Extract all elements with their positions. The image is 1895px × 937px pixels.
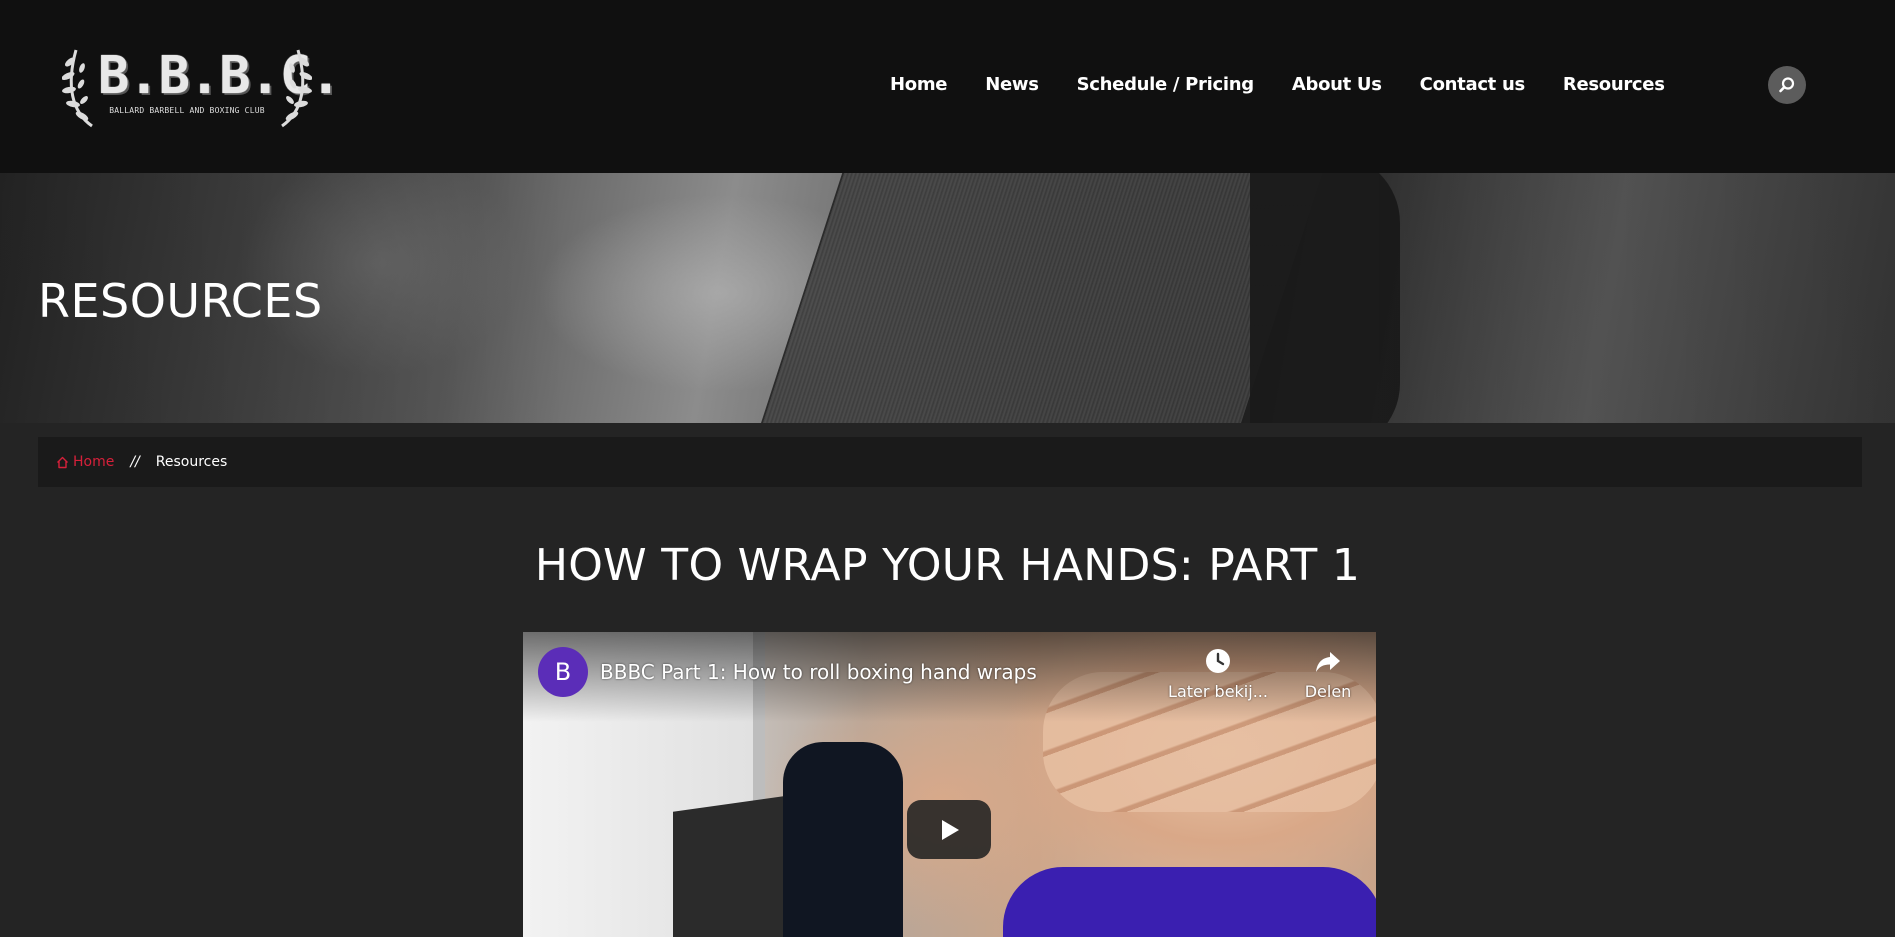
watch-later-button[interactable]: Later bekij... xyxy=(1163,646,1273,701)
breadcrumb-separator: // xyxy=(130,454,140,470)
breadcrumb-current: Resources xyxy=(155,454,228,470)
share-button[interactable]: Delen xyxy=(1293,646,1363,701)
breadcrumb-home-link[interactable]: Home xyxy=(56,454,114,470)
page-title: RESOURCES xyxy=(38,274,323,328)
play-icon xyxy=(942,819,959,840)
watch-later-label: Later bekij... xyxy=(1168,682,1268,701)
laurel-left-icon xyxy=(62,49,93,128)
breadcrumb: Home // Resources xyxy=(38,437,1862,487)
article-title: HOW TO WRAP YOUR HANDS: PART 1 xyxy=(534,540,1361,591)
nav-item-contact-us[interactable]: Contact us xyxy=(1420,73,1526,97)
nav-item-news[interactable]: News xyxy=(985,73,1039,97)
home-icon xyxy=(57,456,68,468)
youtube-video-embed[interactable]: B BBBC Part 1: How to roll boxing hand w… xyxy=(523,632,1376,937)
main-nav: Home News Schedule / Pricing About Us Co… xyxy=(890,73,1703,97)
share-label: Delen xyxy=(1304,682,1352,701)
clock-icon xyxy=(1203,646,1233,676)
breadcrumb-home-label: Home xyxy=(73,454,115,470)
play-button[interactable] xyxy=(907,800,991,859)
nav-item-resources[interactable]: Resources xyxy=(1563,73,1665,97)
logo-title: B.B.B.C. xyxy=(98,46,341,106)
search-button[interactable] xyxy=(1768,66,1806,104)
search-icon xyxy=(1779,77,1795,93)
logo-subtitle: BALLARD BARBELL AND BOXING CLUB xyxy=(109,106,265,115)
page-hero: RESOURCES xyxy=(0,173,1895,423)
video-title[interactable]: BBBC Part 1: How to roll boxing hand wra… xyxy=(600,660,1037,684)
site-logo[interactable]: B.B.B.C. BALLARD BARBELL AND BOXING CLUB xyxy=(62,40,341,130)
nav-item-schedule-pricing[interactable]: Schedule / Pricing xyxy=(1077,73,1255,97)
site-header: B.B.B.C. BALLARD BARBELL AND BOXING CLUB… xyxy=(0,0,1895,173)
nav-item-about-us[interactable]: About Us xyxy=(1292,73,1382,97)
channel-avatar[interactable]: B xyxy=(538,647,588,697)
share-icon xyxy=(1313,646,1343,676)
laurel-right-icon xyxy=(281,49,312,128)
video-frame-glove xyxy=(1003,867,1376,937)
video-frame-hand-wrap xyxy=(783,742,903,937)
nav-item-home[interactable]: Home xyxy=(890,73,948,97)
